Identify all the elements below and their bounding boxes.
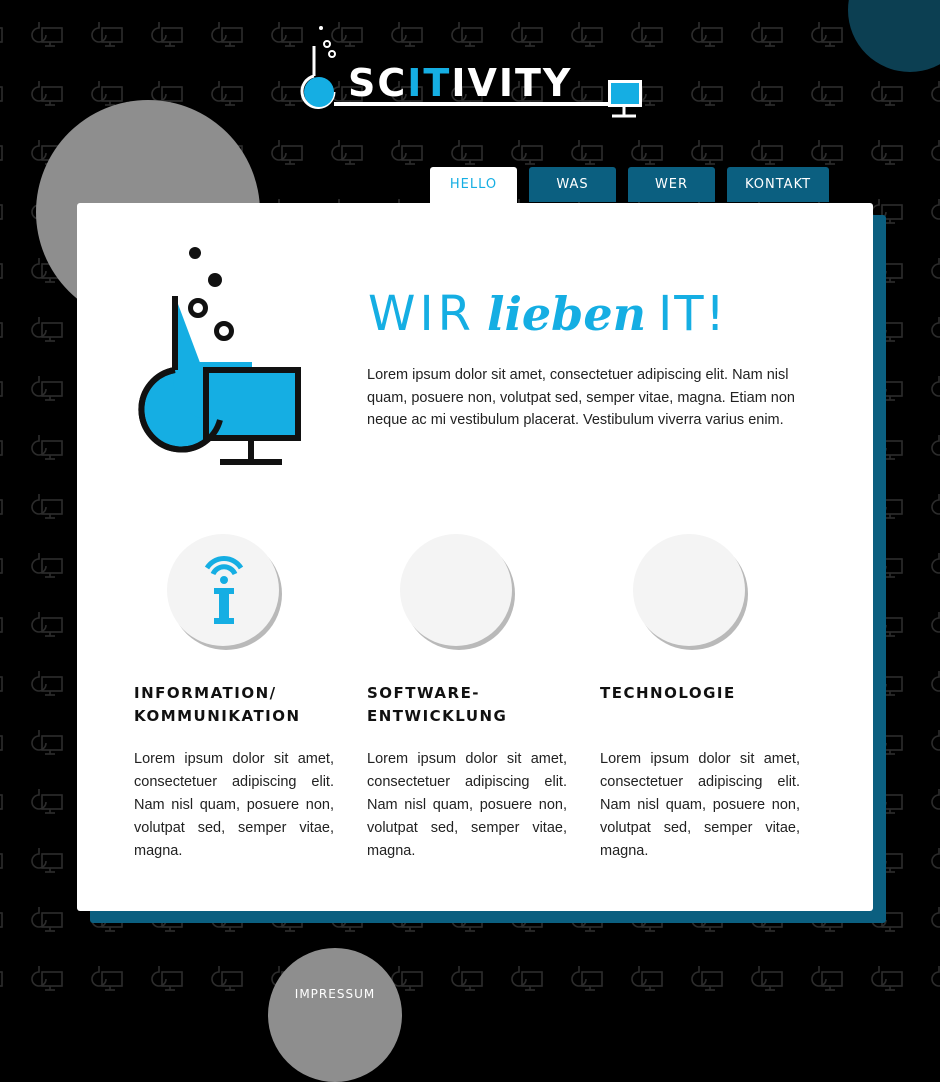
hero-paragraph: Lorem ipsum dolor sit amet, consectetuer… xyxy=(367,367,795,428)
feature-text-software: Lorem ipsum dolor sit amet, consectetuer… xyxy=(367,751,567,859)
tab-hello[interactable]: HELLO xyxy=(430,167,517,204)
feature-circle-software[interactable] xyxy=(400,534,512,646)
info-wifi-icon xyxy=(204,556,244,624)
feature-circle-information[interactable] xyxy=(167,534,279,646)
feature-title-line2: ENTWICKLUNG xyxy=(367,707,508,725)
logo-highlight: IT xyxy=(407,61,452,105)
flask-monitor-icon xyxy=(138,247,301,465)
logo-prefix: SC xyxy=(348,61,408,105)
feature-title-line2: KOMMUNIKATION xyxy=(134,707,301,725)
hero-title-part1: WIR xyxy=(368,286,475,342)
feature-title-information: INFORMATION/ KOMMUNIKATION xyxy=(134,682,344,728)
feature-text-information: Lorem ipsum dolor sit amet, consectetuer… xyxy=(134,751,334,859)
feature-text-technologie: Lorem ipsum dolor sit amet, consectetuer… xyxy=(600,751,800,859)
feature-title-technologie: TECHNOLOGIE xyxy=(600,682,810,705)
hero-title: WIR lieben IT! xyxy=(368,284,727,344)
hero-title-part2: lieben xyxy=(486,287,647,341)
logo-suffix: IVITY xyxy=(451,61,573,105)
tab-kontakt[interactable]: KONTAKT xyxy=(727,167,829,202)
main-navigation: HELLO WAS WER KONTAKT xyxy=(0,167,940,204)
tab-wer[interactable]: WER xyxy=(628,167,715,202)
impressum-link[interactable]: IMPRESSUM xyxy=(268,948,402,1082)
feature-title-line1: TECHNOLOGIE xyxy=(600,684,736,702)
tab-was[interactable]: WAS xyxy=(529,167,616,202)
feature-title-line1: INFORMATION/ xyxy=(134,684,277,702)
logo-wordmark: SCITIVITY xyxy=(348,60,572,106)
feature-title-software: SOFTWARE- ENTWICKLUNG xyxy=(367,682,577,728)
feature-circle-technologie[interactable] xyxy=(633,534,745,646)
hero-title-part3: IT! xyxy=(658,286,727,342)
feature-title-line1: SOFTWARE- xyxy=(367,684,481,702)
